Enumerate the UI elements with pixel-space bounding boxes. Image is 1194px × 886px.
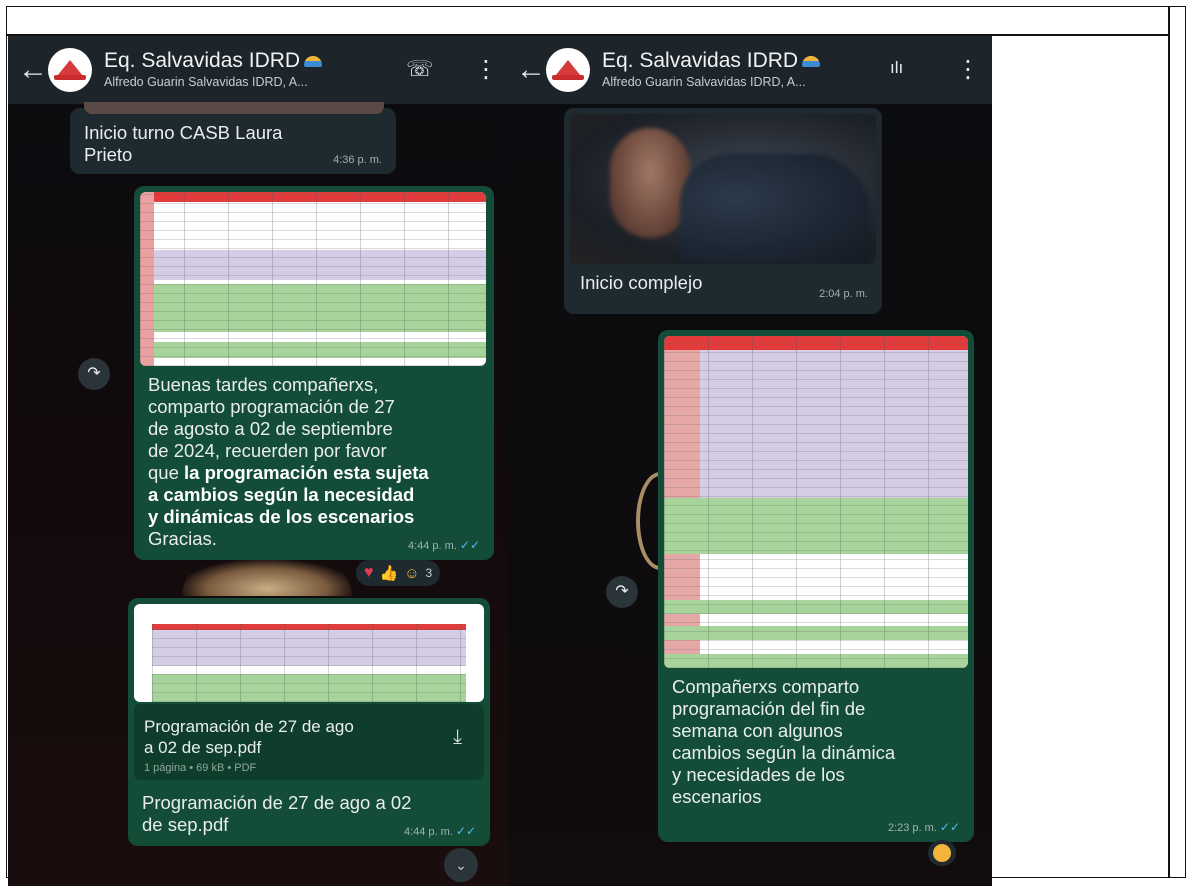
message-text: Buenas tardes compañerxs, comparto progr…	[148, 374, 429, 549]
blurred-photo[interactable]	[570, 114, 876, 264]
group-members: Alfredo Guarin Salvavidas IDRD, A...	[602, 75, 806, 89]
photo-tail	[84, 102, 384, 114]
sunrise-emoji-icon	[304, 55, 323, 67]
read-ticks-icon: ✓✓	[939, 820, 960, 834]
message-time-status: 2:23 p. m. ✓✓	[887, 820, 960, 834]
read-ticks-icon: ✓✓	[459, 538, 480, 552]
smile-emoji-icon: ☺	[404, 564, 420, 582]
menu-icon[interactable]: ⋮	[474, 55, 498, 84]
message-reactions[interactable]	[928, 840, 956, 866]
reaction-count: 3	[425, 566, 433, 580]
pdf-preview[interactable]	[134, 604, 484, 702]
message-text: Inicio turno CASB Laura Prieto	[84, 122, 283, 165]
message-fin-de-semana[interactable]: Compañerxs comparto programación del fin…	[658, 330, 974, 842]
pdf-file-name: Programación de 27 de ago a 02 de sep.pd…	[144, 717, 354, 757]
heart-emoji-icon: ♥	[364, 564, 374, 581]
message-inicio-complejo[interactable]: Inicio complejo 2:04 p. m.	[564, 108, 882, 314]
header-text[interactable]: Eq. Salvavidas IDRD Alfredo Guarin Salva…	[104, 49, 323, 91]
read-ticks-icon: ✓✓	[455, 824, 476, 838]
message-reactions[interactable]: ♥ 👍 ☺ 3	[356, 560, 441, 586]
message-inicio-turno[interactable]: Inicio turno CASB Laura Prieto 4:36 p. m…	[70, 102, 396, 174]
back-arrow-icon[interactable]: ←	[18, 55, 48, 85]
voice-chat-icon[interactable]: ılı	[890, 58, 903, 78]
message-programacion[interactable]: Buenas tardes compañerxs, comparto progr…	[134, 186, 494, 560]
pdf-file-meta: 1 página • 69 kB • PDF	[144, 762, 257, 774]
group-avatar[interactable]	[48, 48, 92, 92]
avatar-base	[552, 75, 584, 80]
pdf-caption: Programación de 27 de ago a 02 de sep.pd…	[142, 792, 412, 835]
message-pdf[interactable]: Programación de 27 de ago a 02 de sep.pd…	[128, 598, 490, 846]
thumbs-up-emoji-icon: 👍	[379, 565, 399, 582]
emoji-reaction-icon	[933, 844, 951, 862]
forward-icon[interactable]: ↷	[606, 576, 638, 608]
group-avatar[interactable]	[546, 48, 590, 92]
frame-right-rule	[1168, 6, 1170, 878]
group-name: Eq. Salvavidas IDRD	[104, 49, 323, 73]
chat-panel-right: ← Eq. Salvavidas IDRD Alfredo Guarin Sal…	[508, 36, 992, 886]
avatar-base	[54, 75, 86, 80]
avatar-mountain	[555, 60, 581, 76]
header-text[interactable]: Eq. Salvavidas IDRD Alfredo Guarin Salva…	[602, 49, 821, 91]
background-wallpaper-figure	[182, 560, 352, 596]
back-arrow-icon[interactable]: ←	[516, 55, 546, 85]
forward-icon[interactable]: ↷	[78, 358, 110, 390]
schedule-image[interactable]	[664, 336, 968, 668]
chat-header: ← Eq. Salvavidas IDRD Alfredo Guarin Sal…	[8, 36, 508, 104]
message-time: 4:36 p. m.	[333, 154, 382, 166]
scroll-down-icon[interactable]: ⌄	[444, 848, 478, 882]
sunrise-emoji-icon	[802, 55, 821, 67]
message-time: 2:04 p. m.	[819, 288, 868, 300]
group-members: Alfredo Guarin Salvavidas IDRD, A...	[104, 75, 308, 89]
group-name: Eq. Salvavidas IDRD	[602, 49, 821, 73]
message-text: Inicio complejo	[580, 272, 703, 293]
schedule-image[interactable]	[140, 192, 486, 366]
chat-header: ← Eq. Salvavidas IDRD Alfredo Guarin Sal…	[508, 36, 992, 104]
menu-icon[interactable]: ⋮	[956, 55, 980, 84]
avatar-mountain	[57, 60, 83, 76]
chat-panel-left: ← Eq. Salvavidas IDRD Alfredo Guarin Sal…	[8, 36, 508, 886]
message-text: Compañerxs comparto programación del fin…	[672, 676, 896, 807]
download-icon[interactable]: ⤓	[453, 726, 462, 749]
pdf-attachment[interactable]: Programación de 27 de ago a 02 de sep.pd…	[134, 704, 484, 780]
message-time-status: 4:44 p. m. ✓✓	[403, 824, 476, 838]
add-call-icon[interactable]: ☏	[406, 56, 434, 82]
message-time-status: 4:44 p. m. ✓✓	[407, 538, 480, 552]
